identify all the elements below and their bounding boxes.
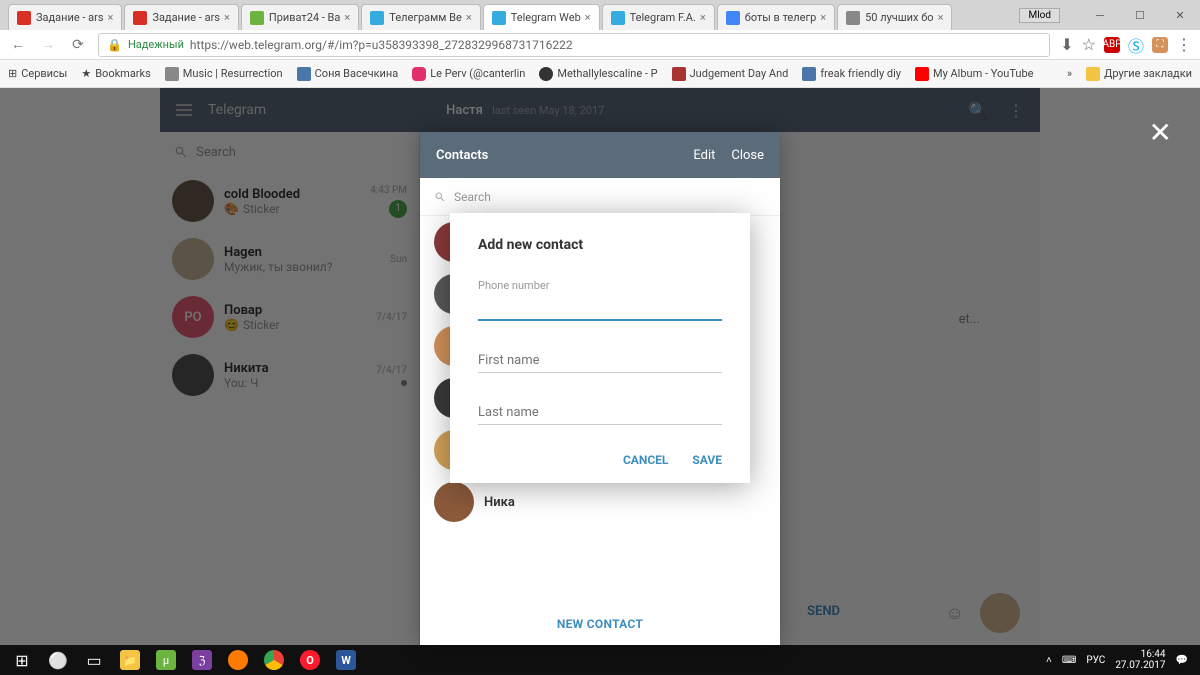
cancel-button[interactable]: CANCEL [623,453,668,467]
chrome-icon [264,650,284,670]
add-contact-modal: Add new contact Phone number CANCEL SAVE [450,213,750,483]
bookmark-item[interactable]: ★Bookmarks [81,67,150,80]
contacts-header: Contacts Edit Close [420,132,780,178]
word-button[interactable]: W [328,645,364,675]
address-bar: ← → ⟳ 🔒 Надежный https://web.telegram.or… [0,30,1200,60]
close-icon[interactable]: × [820,11,826,24]
browser-tab-strip: Задание - ars× Задание - ars× Приват24 -… [0,0,1200,30]
close-icon[interactable]: × [585,11,591,24]
other-bookmarks[interactable]: Другие закладки [1086,67,1192,81]
notifications-icon[interactable]: 💬 [1176,655,1188,666]
browser-tab[interactable]: боты в телегр× [717,4,835,30]
browser-tab[interactable]: Приват24 - Ва× [241,4,359,30]
tray-chevron-icon[interactable]: ˄ [1046,655,1052,666]
bookmark-item[interactable]: Le Perv (@canterlin [412,67,525,81]
keyboard-icon[interactable]: ⌨ [1062,655,1076,666]
bookmark-item[interactable]: Соня Васечкина [297,67,399,81]
download-icon[interactable]: ⬇ [1060,35,1073,54]
star-icon[interactable]: ☆ [1082,35,1096,54]
modal-title: Add new contact [478,237,722,253]
close-icon[interactable]: × [938,11,944,24]
browser-tab[interactable]: Телеграмм Ве× [361,4,480,30]
maximize-icon[interactable]: ☐ [1120,1,1160,29]
opera-button[interactable]: O [292,645,328,675]
url-text: https://web.telegram.org/#/im?p=u3583933… [190,38,573,52]
chrome-button[interactable] [256,645,292,675]
minimize-icon[interactable]: ─ [1080,1,1120,29]
close-icon[interactable]: × [700,11,706,24]
extension-icon[interactable]: ⛶ [1152,37,1168,53]
menu-icon[interactable]: ⋮ [1176,35,1192,54]
browser-tab[interactable]: 50 лучших бо× [837,4,952,30]
browser-tab[interactable]: Задание - ars× [8,4,122,30]
browser-tab-active[interactable]: Telegram Web× [483,4,600,30]
save-button[interactable]: SAVE [692,453,722,467]
apps-button[interactable]: ⊞Сервисы [8,67,67,80]
clock[interactable]: 16:44 27.07.2017 [1115,649,1165,671]
contact-item[interactable]: Ника [420,476,780,528]
close-icon[interactable]: × [344,11,350,24]
language-indicator[interactable]: РУС [1086,655,1105,666]
last-name-input[interactable] [478,401,722,425]
close-icon[interactable]: × [466,11,472,24]
avatar [434,482,474,522]
firefox-icon [228,650,248,670]
taskbar: ⊞ ⚪ ▭ 📁 μ ℨ O W ˄ ⌨ РУС 16:44 27.07.2017… [0,645,1200,675]
windows-icon: ⊞ [15,651,28,670]
utorrent-icon: μ [156,650,176,670]
secure-label: Надежный [128,38,184,51]
back-icon[interactable]: ← [8,36,28,53]
utorrent-button[interactable]: μ [148,645,184,675]
url-field[interactable]: 🔒 Надежный https://web.telegram.org/#/im… [98,33,1050,57]
firefox-button[interactable] [220,645,256,675]
browser-tab[interactable]: Telegram F.A.× [602,4,715,30]
close-icon[interactable]: × [224,11,230,24]
task-view-button[interactable]: ▭ [76,645,112,675]
abp-icon[interactable]: ABP [1104,37,1120,53]
apps-icon: ⊞ [8,67,17,80]
close-icon[interactable]: × [108,11,114,24]
opera-icon: O [300,650,320,670]
start-button[interactable]: ⊞ [4,645,40,675]
forward-icon: → [38,36,58,53]
bookmark-item[interactable]: freak friendly diy [802,67,901,81]
browser-tab[interactable]: Задание - ars× [124,4,238,30]
phone-input[interactable] [478,296,722,321]
window-close-icon[interactable]: ✕ [1160,1,1200,29]
bookmark-item[interactable]: My Album - YouTube [915,67,1034,81]
reload-icon[interactable]: ⟳ [68,37,88,53]
skype-icon[interactable]: Ⓢ [1128,33,1144,57]
taskview-icon: ▭ [86,651,101,670]
search-icon: ⚪ [48,651,68,670]
close-icon[interactable]: ✕ [1149,116,1172,149]
folder-icon: 📁 [120,650,140,670]
first-name-input[interactable] [478,349,722,373]
contacts-search[interactable]: Search [420,178,780,216]
app-icon: ℨ [192,650,212,670]
bookmark-item[interactable]: Methallylescaline - P [539,67,657,81]
explorer-button[interactable]: 📁 [112,645,148,675]
search-button[interactable]: ⚪ [40,645,76,675]
word-icon: W [336,650,356,670]
app-button[interactable]: ℨ [184,645,220,675]
user-badge[interactable]: Mlod [1019,8,1060,23]
bookmark-overflow[interactable]: » [1067,67,1072,80]
bookmarks-bar: ⊞Сервисы ★Bookmarks Music | Resurrection… [0,60,1200,88]
new-contact-button[interactable]: NEW CONTACT [420,603,780,645]
bookmark-item[interactable]: Judgement Day And [672,67,789,81]
close-button[interactable]: Close [731,148,764,163]
edit-button[interactable]: Edit [693,148,715,163]
phone-label: Phone number [478,279,722,292]
lock-icon: 🔒 [107,38,122,52]
contacts-title: Contacts [436,148,488,163]
bookmark-item[interactable]: Music | Resurrection [165,67,283,81]
star-icon: ★ [81,67,91,80]
